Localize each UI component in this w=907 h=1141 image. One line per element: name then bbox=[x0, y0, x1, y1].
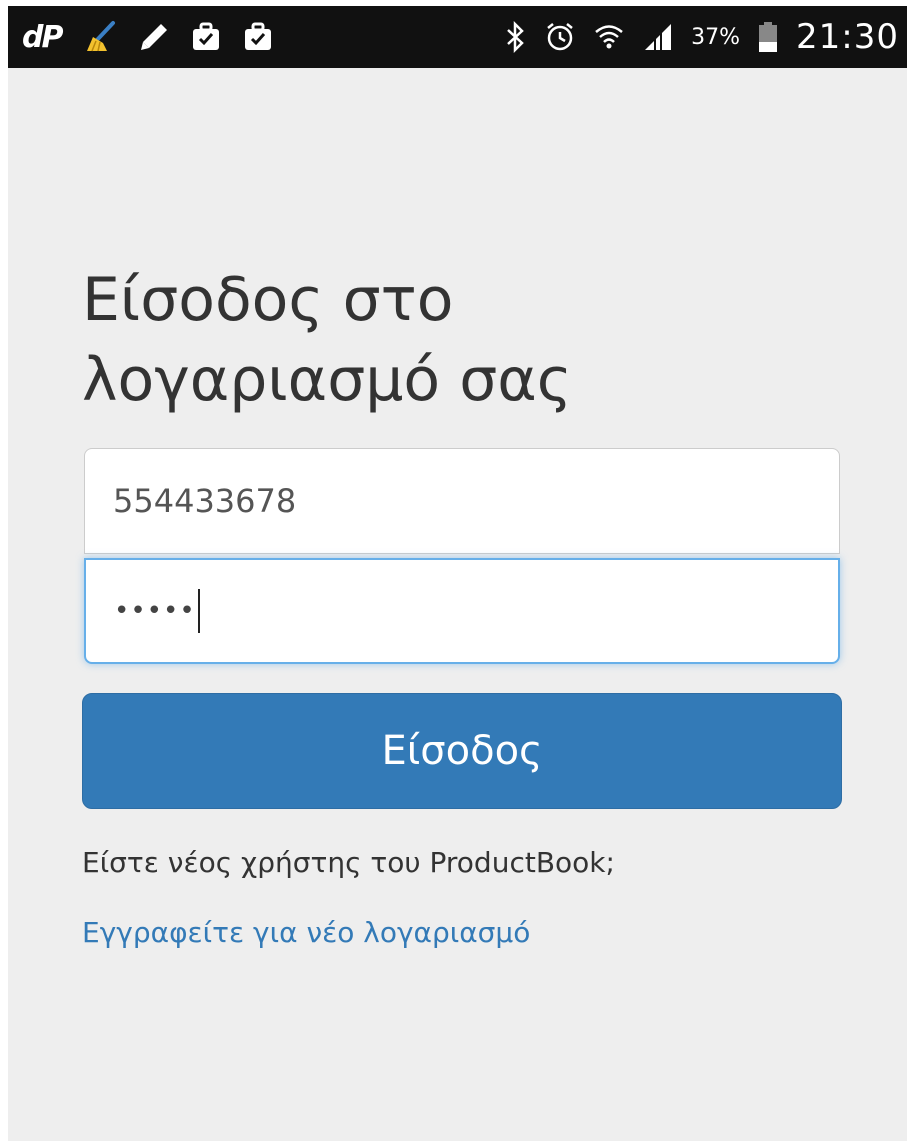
pencil-icon bbox=[139, 22, 169, 52]
system-icons: 37% 21:30 bbox=[505, 6, 899, 68]
alarm-icon bbox=[545, 22, 575, 52]
notification-icons: dP bbox=[22, 6, 273, 68]
login-page: Είσοδος στο λογαριασμό σας 554433678 •••… bbox=[8, 68, 907, 1141]
page-title: Είσοδος στο λογαριασμό σας bbox=[82, 260, 862, 420]
briefcase-check-icon bbox=[243, 22, 273, 52]
broom-cleaner-icon bbox=[83, 20, 117, 54]
wifi-icon bbox=[593, 21, 625, 53]
password-value: ••••• bbox=[114, 596, 196, 626]
clock: 21:30 bbox=[796, 17, 899, 57]
username-value: 554433678 bbox=[113, 482, 297, 520]
username-field[interactable]: 554433678 bbox=[84, 448, 840, 554]
battery-percentage: 37% bbox=[691, 24, 741, 50]
login-button[interactable]: Είσοδος bbox=[82, 693, 842, 809]
dp-icon: dP bbox=[22, 19, 63, 55]
battery-icon bbox=[758, 21, 778, 53]
text-cursor bbox=[197, 589, 200, 633]
register-link[interactable]: Εγγραφείτε για νέο λογαριασμό bbox=[82, 916, 530, 949]
signal-icon bbox=[643, 22, 673, 52]
password-field[interactable]: ••••• bbox=[84, 558, 840, 664]
briefcase-check-icon bbox=[191, 22, 221, 52]
new-user-prompt: Είστε νέος χρήστης του ProductBook; bbox=[82, 846, 615, 879]
bluetooth-icon bbox=[505, 21, 527, 53]
page-title-line-1: Είσοδος στο bbox=[82, 265, 454, 335]
status-bar: dP 37% 21:30 bbox=[8, 6, 907, 68]
page-title-line-2: λογαριασμό σας bbox=[82, 345, 572, 415]
